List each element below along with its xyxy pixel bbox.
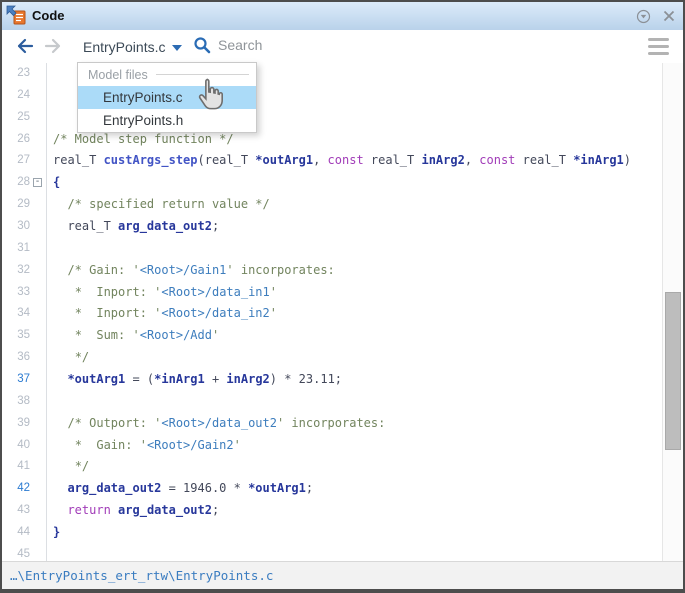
- code-line[interactable]: arg_data_out2 = 1946.0 * *outArg1;: [47, 478, 662, 500]
- line-number[interactable]: 43: [2, 500, 46, 522]
- line-number[interactable]: 33: [2, 282, 46, 304]
- forward-button[interactable]: [42, 36, 64, 61]
- code-line[interactable]: /* specified return value */: [47, 194, 662, 216]
- line-number[interactable]: 30: [2, 216, 46, 238]
- line-number[interactable]: 39: [2, 413, 46, 435]
- toolbar: EntryPoints.c Search: [2, 30, 683, 64]
- scrollbar-thumb[interactable]: [665, 292, 681, 450]
- line-number[interactable]: 37: [2, 369, 46, 391]
- line-number[interactable]: 29: [2, 194, 46, 216]
- code-line[interactable]: [47, 238, 662, 260]
- panel-title: Code: [32, 8, 65, 23]
- file-dropdown-popup: Model files EntryPoints.c EntryPoints.h: [77, 62, 257, 133]
- code-line[interactable]: * Sum: '<Root>/Add': [47, 325, 662, 347]
- code-line[interactable]: * Gain: '<Root>/Gain2': [47, 435, 662, 457]
- circled-chevron-down-icon: [636, 9, 650, 23]
- hand-cursor-icon: [198, 78, 223, 110]
- view-menu-button[interactable]: [648, 38, 669, 55]
- code-line[interactable]: [47, 544, 662, 561]
- search-icon: [194, 37, 211, 54]
- fold-toggle-icon[interactable]: -: [33, 177, 42, 188]
- code-line[interactable]: * Inport: '<Root>/data_in1': [47, 282, 662, 304]
- line-number[interactable]: 44: [2, 522, 46, 544]
- chevron-down-icon: [172, 44, 183, 51]
- dropdown-item-entrypoints-h[interactable]: EntryPoints.h: [78, 109, 256, 132]
- line-number[interactable]: 38: [2, 391, 46, 413]
- code-line[interactable]: }: [47, 522, 662, 544]
- file-selector-value: EntryPoints.c: [83, 38, 166, 55]
- back-arrow-icon: [17, 38, 34, 54]
- title-bar: Code: [2, 2, 683, 31]
- dropdown-items: EntryPoints.c EntryPoints.h: [78, 86, 256, 132]
- code-line[interactable]: /* Gain: '<Root>/Gain1' incorporates:: [47, 260, 662, 282]
- line-number[interactable]: 31: [2, 238, 46, 260]
- hamburger-icon: [648, 38, 669, 41]
- code-file-icon: [6, 5, 26, 25]
- code-line[interactable]: */: [47, 456, 662, 478]
- vertical-scrollbar[interactable]: [662, 63, 683, 561]
- header-rule: [155, 74, 249, 75]
- line-number[interactable]: 23: [2, 63, 46, 85]
- code-line[interactable]: real_T custArgs_step(real_T *outArg1, co…: [47, 150, 662, 172]
- line-number[interactable]: 41: [2, 456, 46, 478]
- line-number[interactable]: 40: [2, 435, 46, 457]
- back-button[interactable]: [14, 36, 36, 61]
- file-selector-dropdown[interactable]: EntryPoints.c: [75, 34, 190, 59]
- line-number[interactable]: 25: [2, 107, 46, 129]
- forward-arrow-icon: [44, 38, 61, 54]
- search-input[interactable]: Search: [218, 37, 262, 53]
- dropdown-group-header: Model files: [78, 63, 256, 86]
- line-number[interactable]: 24: [2, 85, 46, 107]
- gutter: 23 24 25 26 27 28-29 30 31 32 33 34 35 36 37 38 39 40 41 4…: [2, 63, 46, 561]
- code-editor: 23 24 25 26 27 28-29 30 31 32 33 34 35 36 37 38 39 40 41 4…: [2, 63, 683, 561]
- line-number[interactable]: 26: [2, 129, 46, 151]
- code-line[interactable]: */: [47, 347, 662, 369]
- code-line[interactable]: * Inport: '<Root>/data_in2': [47, 303, 662, 325]
- line-number[interactable]: 32: [2, 260, 46, 282]
- line-number[interactable]: 34: [2, 303, 46, 325]
- code-line[interactable]: {: [47, 172, 662, 194]
- line-number[interactable]: 35: [2, 325, 46, 347]
- line-number[interactable]: 45: [2, 544, 46, 561]
- code-panel-window: Code EntryPoints.c Search 23 24 25 26 27…: [0, 0, 685, 593]
- line-number[interactable]: 36: [2, 347, 46, 369]
- line-number[interactable]: 28-: [2, 172, 46, 194]
- line-number[interactable]: 27: [2, 150, 46, 172]
- line-number[interactable]: 42: [2, 478, 46, 500]
- code-line[interactable]: real_T arg_data_out2;: [47, 216, 662, 238]
- code-line[interactable]: /* Outport: '<Root>/data_out2' incorpora…: [47, 413, 662, 435]
- code-line[interactable]: *outArg1 = (*inArg1 + inArg2) * 23.11;: [47, 369, 662, 391]
- code-line[interactable]: [47, 391, 662, 413]
- close-icon: [663, 10, 675, 22]
- close-button[interactable]: [661, 8, 677, 24]
- code-lines: /* Model step function */real_T custArgs…: [47, 63, 662, 561]
- file-path: …\EntryPoints_ert_rtw\EntryPoints.c: [10, 568, 274, 583]
- code-line[interactable]: return arg_data_out2;: [47, 500, 662, 522]
- status-bar: …\EntryPoints_ert_rtw\EntryPoints.c: [2, 561, 683, 589]
- dropdown-item-entrypoints-c[interactable]: EntryPoints.c: [78, 86, 256, 109]
- panel-menu-button[interactable]: [635, 8, 651, 24]
- search-box[interactable]: Search: [192, 35, 262, 55]
